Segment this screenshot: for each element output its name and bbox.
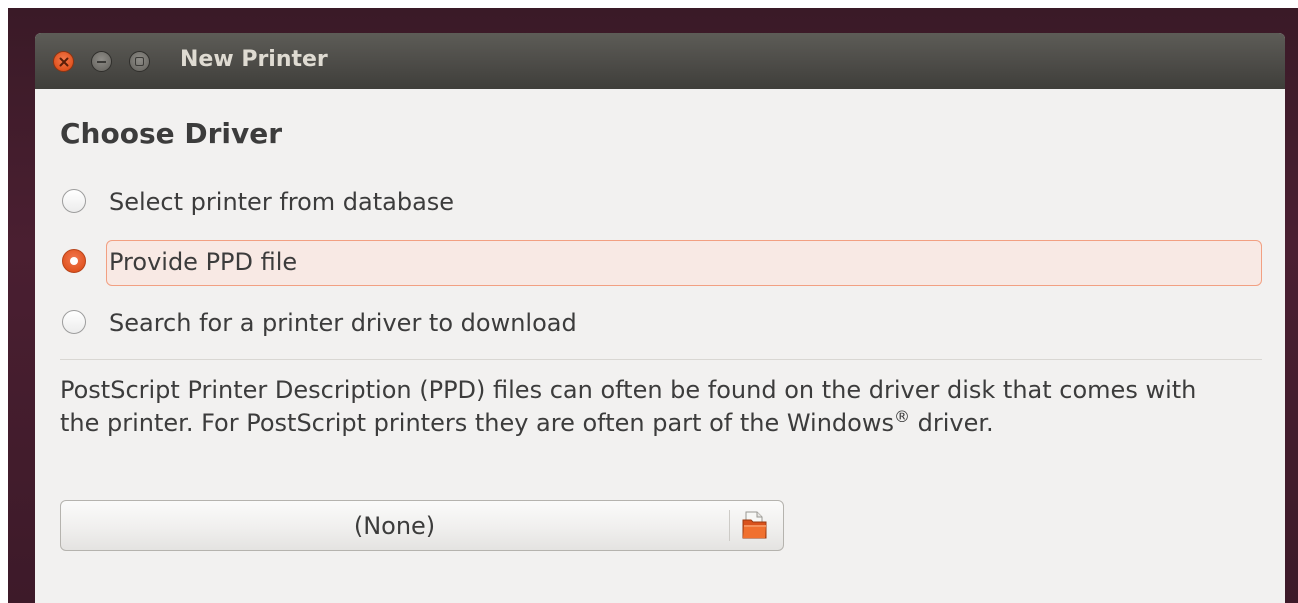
page-title: Choose Driver — [60, 117, 283, 150]
radio-label: Provide PPD file — [109, 248, 298, 276]
radio-select-from-database[interactable]: Select printer from database — [60, 180, 1262, 224]
ppd-description: PostScript Printer Description (PPD) fil… — [60, 374, 1200, 440]
window-title: New Printer — [180, 47, 328, 72]
title-bar[interactable]: New Printer — [35, 33, 1285, 89]
description-tail: driver. — [909, 409, 994, 437]
radio-label: Select printer from database — [109, 188, 455, 216]
minimize-icon[interactable] — [91, 51, 112, 72]
new-printer-window: New Printer Choose Driver Select printer… — [35, 33, 1285, 603]
file-chooser-value: (None) — [353, 512, 436, 540]
close-icon[interactable] — [53, 51, 74, 72]
maximize-icon[interactable] — [129, 51, 150, 72]
description-text: PostScript Printer Description (PPD) fil… — [60, 376, 1197, 437]
folder-open-icon — [741, 510, 769, 544]
separator — [60, 359, 1262, 360]
radio-label: Search for a printer driver to download — [109, 309, 577, 337]
registered-mark: ® — [893, 407, 910, 426]
ppd-file-chooser-button[interactable]: (None) — [60, 500, 784, 551]
radio-button-selected[interactable] — [62, 249, 86, 273]
button-separator — [729, 510, 730, 541]
radio-provide-ppd-file[interactable]: Provide PPD file — [60, 240, 1262, 286]
radio-button[interactable] — [62, 310, 86, 334]
radio-button[interactable] — [62, 189, 86, 213]
radio-search-driver-download[interactable]: Search for a printer driver to download — [60, 301, 1262, 345]
